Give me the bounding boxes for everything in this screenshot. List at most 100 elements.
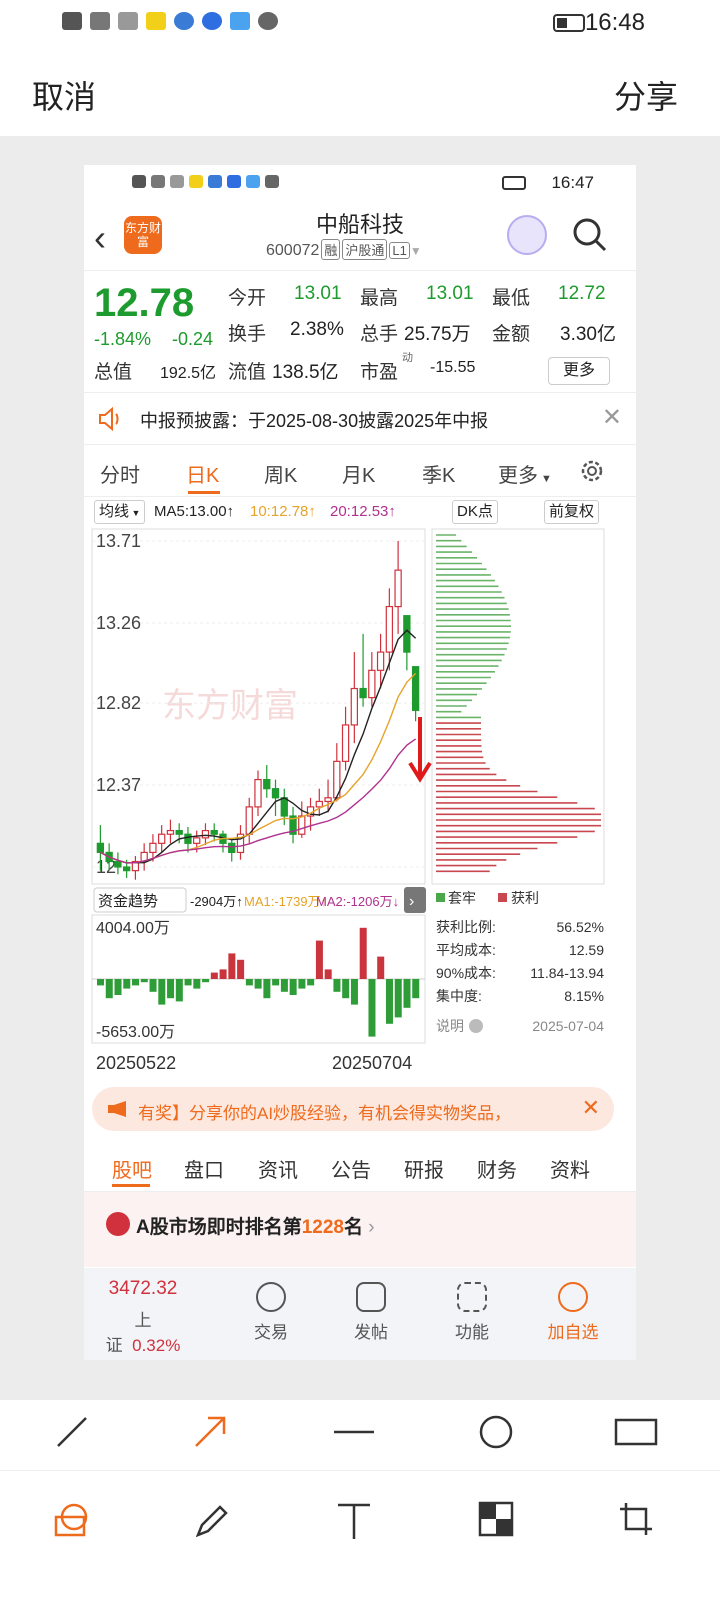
mosaic-tool-icon[interactable] [478,1501,514,1537]
shape-toolbar [0,1400,720,1470]
fund-bar [97,979,105,986]
screenshot-preview[interactable]: 16:47 ‹ 东方财富 中船科技 600072 融沪股通 L1 ▼ 12.78 -1… [84,165,636,1360]
edit-toolbar [0,1470,720,1600]
last-price: 12.78 [94,281,195,325]
tab-daily[interactable]: 日K [186,459,219,488]
fund-bar [175,979,183,1002]
tab-news[interactable]: 资讯 [258,1154,298,1183]
fund-bar [385,979,393,1024]
candle-body [96,842,105,854]
erase-tool-icon[interactable] [52,1501,92,1541]
status-time: 16:48 [584,9,645,36]
amount-label: 金额 [492,324,531,345]
candle-body [350,687,358,726]
fund-bar [307,979,315,986]
tab-monthly[interactable]: 月K [342,459,375,488]
straight-line-tool-icon[interactable] [332,1414,376,1450]
fund-bars [92,927,425,1037]
fund-ma1: MA1:-1739万↑ [244,894,327,909]
pencil-icon[interactable] [192,1501,232,1541]
candle-body [201,829,210,839]
info-icon[interactable] [469,1019,483,1033]
hd-icon [62,12,82,30]
rectangle-tool-icon[interactable] [614,1414,658,1450]
wifi-icon [118,12,138,30]
candle-body [149,842,157,854]
cancel-button[interactable]: 取消 [32,72,96,118]
line-tool-icon[interactable] [54,1414,90,1450]
candle-body [193,837,201,844]
fund-bar [298,979,306,989]
notice-bar[interactable]: 中报预披露：于2025-08-30披露2025年中报 ✕ [84,393,636,445]
fund-bar [237,959,245,979]
trade-icon [256,1282,286,1312]
arrow-tool-icon[interactable] [192,1414,228,1450]
chip-label: 90%成本: [436,965,496,981]
tab-weekly[interactable]: 周K [264,459,297,488]
ai-robot-icon[interactable] [507,215,547,255]
ranking-banner[interactable]: A股市场即时排名第1228名 › [84,1192,636,1267]
promo-text: 有奖】分享你的AI炒股经验，有机会得实物奖品， [138,1104,512,1123]
speaker-icon [99,407,119,431]
tag-level: L1 [389,242,410,259]
close-icon[interactable]: ✕ [602,403,622,432]
ma-select[interactable]: 均线 ▼ [94,500,146,524]
open-label: 今开 [228,288,267,309]
candle-body [376,651,385,671]
crop-tool-icon[interactable] [618,1501,654,1537]
watermark: 东方财富 [162,687,298,725]
promo-close-icon[interactable]: ✕ [582,1095,600,1121]
candle-body [158,833,166,844]
dropdown-icon[interactable]: ▼ [410,244,422,258]
tag-connect: 沪股通 [342,239,388,260]
tab-quarterly[interactable]: 季K [422,459,455,488]
indicator-row: 均线 ▼ MA5:13.00↑ 10:12.78↑ 20:12.53↑ DK点 … [84,497,636,527]
fund-bar [272,979,280,986]
text-tool-icon[interactable] [336,1501,372,1541]
function-button[interactable]: 功能 [427,1282,517,1343]
candle-body [403,615,411,653]
ma-lines [100,629,417,864]
fund-bar [193,979,201,989]
more-button[interactable]: 更多 [548,357,610,385]
fund-bar [377,956,385,979]
fund-select[interactable]: 资金趋势 [98,893,158,910]
post-button[interactable]: 发帖 [326,1282,416,1343]
wechat-icon [258,12,278,30]
tab-profile[interactable]: 资料 [550,1154,590,1183]
tab-guba[interactable]: 股吧 [112,1154,152,1183]
fund-bar [149,979,157,992]
legend-trap: 套牢 [448,890,476,906]
signal-icon [90,12,110,30]
candle-body [210,829,218,835]
tab-pankou[interactable]: 盘口 [184,1154,224,1183]
tab-announcements[interactable]: 公告 [331,1154,371,1183]
trade-button[interactable]: 交易 [226,1282,316,1343]
fund-bar [359,927,367,979]
tab-intraday[interactable]: 分时 [100,459,140,488]
index-quote[interactable]: 3472.32 上证 0.32% [98,1278,188,1356]
adjust-select[interactable]: 前复权 [544,500,600,524]
fund-bar [114,979,122,995]
expand-arrow-icon[interactable] [404,887,426,913]
settings-gear-icon[interactable] [578,457,606,485]
chip-note[interactable]: 说明 [436,1018,464,1034]
ma5-line [100,629,417,864]
share-button[interactable]: 分享 [614,72,678,118]
tab-research[interactable]: 研报 [404,1154,444,1183]
tab-finance[interactable]: 财务 [477,1154,517,1183]
search-icon[interactable] [572,217,608,253]
high-label: 最高 [360,288,399,309]
k-chart[interactable]: 东方财富 13.7113.2612.8212.3712 资金趋势 -2904万↑… [84,527,636,1087]
fund-ma2: MA2:-1206万↓ [316,894,399,909]
circle-tool-icon[interactable] [478,1414,514,1450]
y-tick-label: 12.37 [96,775,141,795]
add-watchlist-button[interactable]: 加自选 [528,1282,618,1343]
tab-more[interactable]: 更多 ▼ [498,459,552,488]
promo-banner[interactable]: 有奖】分享你的AI炒股经验，有机会得实物奖品， ✕ [92,1087,614,1131]
legend-trap-swatch [436,893,445,902]
content-tab-underline [112,1184,150,1187]
low-value: 12.72 [558,283,606,304]
dk-point-select[interactable]: DK点 [452,500,498,524]
candle-body [324,797,332,803]
